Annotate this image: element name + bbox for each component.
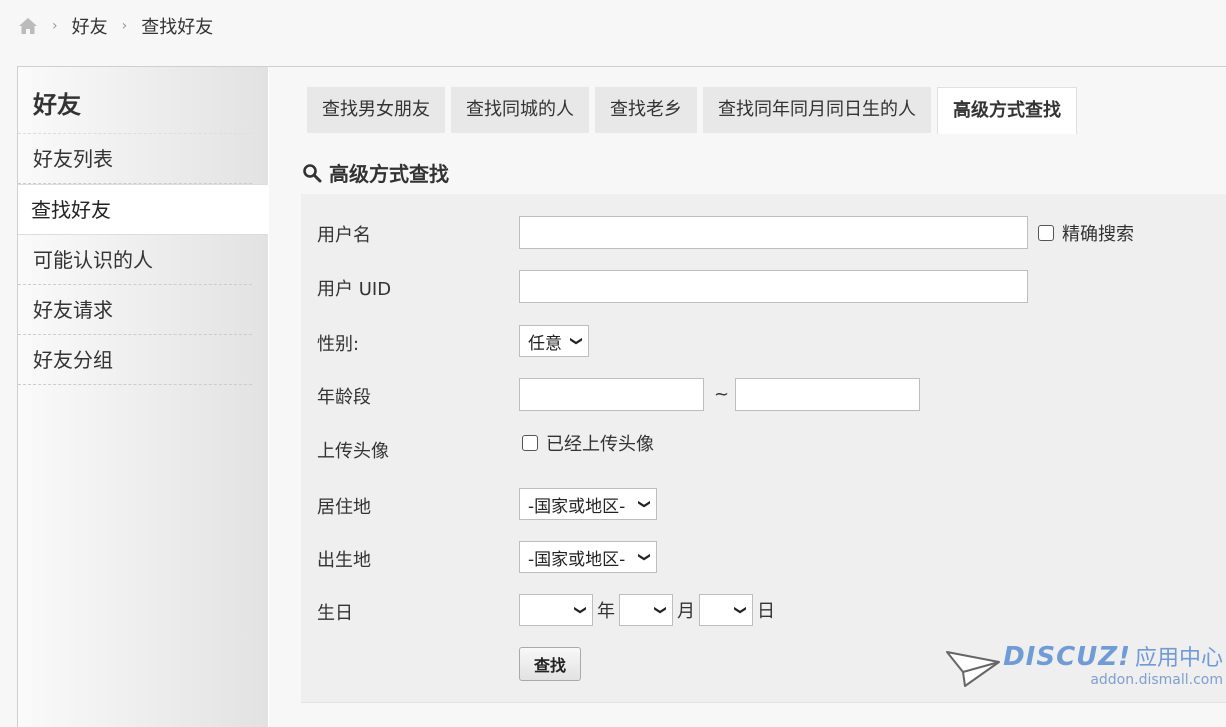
uploaded-avatar-option[interactable]: 已经上传头像 — [522, 430, 654, 456]
age-from-input[interactable] — [519, 378, 704, 411]
birthplace-selected-value: -国家或地区- — [528, 549, 626, 570]
username-label: 用户名 — [317, 225, 371, 246]
birthday-label: 生日 — [317, 603, 353, 624]
uploaded-avatar-checkbox[interactable] — [522, 435, 538, 451]
sidebar-item-friend-list[interactable]: 好友列表 — [18, 134, 252, 184]
content-frame: 好友 好友列表 查找好友 可能认识的人 好友请求 好友分组 查找男女朋友 查找同… — [17, 66, 1226, 727]
section-title: 高级方式查找 — [329, 162, 449, 186]
breadcrumb-item-friends[interactable]: 好友 — [72, 13, 108, 39]
uid-input[interactable] — [519, 270, 1028, 303]
residence-selected-value: -国家或地区- — [528, 496, 626, 517]
breadcrumb: › 好友 › 查找好友 — [18, 13, 213, 39]
tab-bar: 查找男女朋友 查找同城的人 查找老乡 查找同年同月同日生的人 高级方式查找 — [307, 87, 1083, 134]
sidebar-item-find-friends[interactable]: 查找好友 — [18, 184, 268, 235]
username-input[interactable] — [519, 216, 1028, 249]
tab-find-same-birthday[interactable]: 查找同年同月同日生的人 — [703, 87, 931, 133]
breadcrumb-separator: › — [121, 18, 128, 34]
age-separator: ~ — [714, 384, 730, 405]
watermark: DISCUZ! 应用中心 addon.dismall.com — [945, 644, 1223, 688]
main-panel: 查找男女朋友 查找同城的人 查找老乡 查找同年同月同日生的人 高级方式查找 高级… — [269, 67, 1226, 727]
sidebar: 好友 好友列表 查找好友 可能认识的人 好友请求 好友分组 — [18, 67, 268, 727]
age-to-input[interactable] — [735, 378, 921, 411]
exact-search-option[interactable]: 精确搜索 — [1038, 220, 1134, 246]
watermark-logo: DISCUZ! — [1003, 642, 1131, 672]
residence-label: 居住地 — [317, 497, 371, 518]
chevron-down-icon: ❯ — [637, 498, 652, 510]
home-icon[interactable] — [18, 17, 38, 35]
day-unit: 日 — [757, 601, 775, 622]
chevron-down-icon: ❯ — [733, 604, 748, 616]
gender-selected-value: 任意 — [528, 333, 562, 354]
sidebar-item-friend-groups[interactable]: 好友分组 — [18, 335, 252, 385]
exact-search-label: 精确搜索 — [1062, 223, 1134, 245]
age-label: 年龄段 — [317, 387, 371, 408]
advanced-search-form: 用户名 精确搜索 用户 UID 性别: 任意 ❯ 年龄段 ~ 上传头像 已经上传… — [301, 194, 1226, 703]
chevron-down-icon: ❯ — [569, 335, 584, 347]
tab-find-partner[interactable]: 查找男女朋友 — [307, 87, 445, 133]
sidebar-title: 好友 — [18, 67, 252, 134]
uid-label: 用户 UID — [317, 279, 392, 300]
birth-month-select[interactable]: ❯ — [619, 594, 673, 626]
watermark-url: addon.dismall.com — [1090, 672, 1223, 688]
section-heading: 高级方式查找 — [302, 158, 449, 187]
breadcrumb-separator: › — [52, 18, 58, 34]
birthplace-label: 出生地 — [317, 550, 371, 571]
avatar-label: 上传头像 — [317, 441, 389, 462]
gender-select[interactable]: 任意 ❯ — [519, 325, 589, 357]
search-button[interactable]: 查找 — [519, 647, 582, 681]
paper-plane-icon — [946, 651, 1001, 687]
watermark-cn: 应用中心 — [1134, 646, 1223, 671]
search-icon — [303, 163, 322, 182]
sidebar-item-friend-requests[interactable]: 好友请求 — [18, 285, 252, 335]
breadcrumb-item-find-friends[interactable]: 查找好友 — [141, 13, 213, 39]
tab-advanced-search[interactable]: 高级方式查找 — [937, 87, 1077, 134]
gender-label: 性别: — [317, 334, 360, 355]
birthplace-select[interactable]: -国家或地区- ❯ — [519, 541, 657, 573]
residence-select[interactable]: -国家或地区- ❯ — [519, 488, 657, 520]
month-unit: 月 — [677, 601, 695, 622]
chevron-down-icon: ❯ — [653, 604, 668, 616]
chevron-down-icon: ❯ — [573, 604, 588, 616]
tab-find-same-city[interactable]: 查找同城的人 — [451, 87, 589, 133]
chevron-down-icon: ❯ — [637, 551, 652, 563]
sidebar-item-people-you-may-know[interactable]: 可能认识的人 — [18, 235, 252, 285]
birth-day-select[interactable]: ❯ — [699, 594, 753, 626]
tab-find-hometown[interactable]: 查找老乡 — [595, 87, 697, 133]
exact-search-checkbox[interactable] — [1038, 224, 1054, 241]
year-unit: 年 — [597, 601, 615, 622]
uploaded-avatar-label: 已经上传头像 — [546, 434, 654, 455]
birth-year-select[interactable]: ❯ — [519, 594, 593, 626]
